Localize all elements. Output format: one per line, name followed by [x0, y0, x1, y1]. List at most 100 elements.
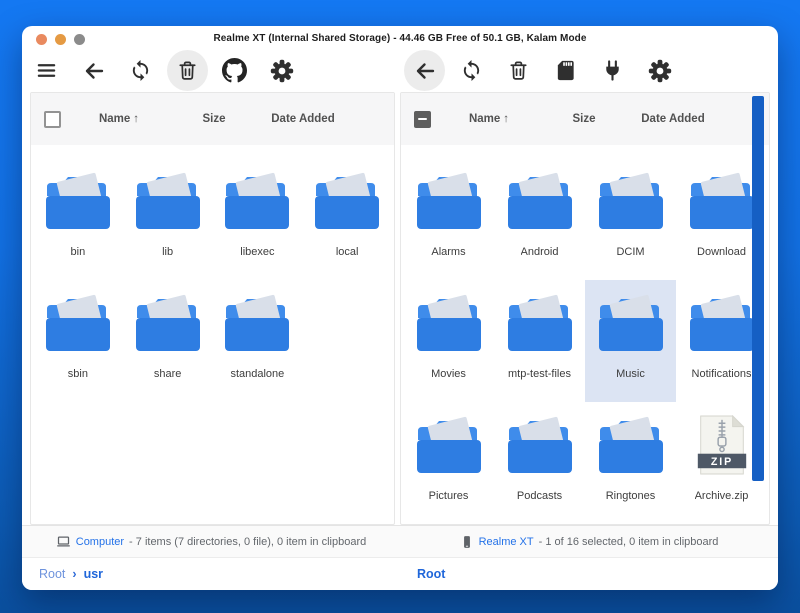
- breadcrumb-current[interactable]: Root: [417, 567, 445, 581]
- device-back-button[interactable]: [404, 50, 445, 91]
- local-device-link[interactable]: Computer: [76, 536, 124, 548]
- github-icon: [222, 58, 247, 83]
- zoom-button[interactable]: [74, 34, 85, 45]
- device-toolbar: [404, 50, 680, 91]
- file-item[interactable]: ZIP standalone: [213, 280, 303, 402]
- file-item[interactable]: ZIP DCIM: [585, 158, 676, 280]
- zip-badge-label: ZIP: [710, 456, 732, 468]
- file-item[interactable]: ZIP Ringtones: [585, 402, 676, 524]
- file-item-label: Android: [521, 246, 559, 258]
- refresh-icon: [129, 59, 152, 82]
- zip-file-icon: ZIP: [695, 415, 749, 480]
- local-column-header-date[interactable]: Date Added: [251, 113, 355, 125]
- file-item[interactable]: ZIP share: [123, 280, 213, 402]
- folder-icon: [313, 171, 381, 236]
- file-item[interactable]: ZIP sbin: [33, 280, 123, 402]
- local-back-button[interactable]: [73, 50, 114, 91]
- file-item-label: Podcasts: [517, 490, 562, 502]
- folder-icon: [506, 171, 574, 236]
- folder-icon: [44, 171, 112, 236]
- back-arrow-icon: [82, 59, 106, 83]
- local-file-grid: ZIP bin ZIP lib: [31, 145, 394, 402]
- file-item[interactable]: ZIP libexec: [213, 158, 303, 280]
- folder-icon: [134, 293, 202, 358]
- file-item[interactable]: ZIP Music: [585, 280, 676, 402]
- file-item-label: Download: [697, 246, 746, 258]
- breadcrumb-current[interactable]: usr: [84, 567, 103, 581]
- device-column-header-date[interactable]: Date Added: [621, 113, 725, 125]
- folder-icon: [134, 171, 202, 236]
- file-item[interactable]: ZIP local: [302, 158, 392, 280]
- traffic-lights: [36, 34, 85, 45]
- gear-icon: [270, 59, 294, 83]
- trash-icon: [507, 59, 530, 82]
- file-item-label: Movies: [431, 368, 466, 380]
- device-refresh-button[interactable]: [451, 50, 492, 91]
- folder-icon: [415, 171, 483, 236]
- folder-icon: [415, 293, 483, 358]
- refresh-icon: [460, 59, 483, 82]
- folder-icon: [44, 293, 112, 358]
- titlebar: Realme XT (Internal Shared Storage) - 44…: [22, 26, 778, 50]
- file-item-label: DCIM: [616, 246, 644, 258]
- window-title: Realme XT (Internal Shared Storage) - 44…: [213, 33, 586, 44]
- device-settings-button[interactable]: [639, 50, 680, 91]
- file-item-label: standalone: [230, 368, 284, 380]
- minimize-button[interactable]: [55, 34, 66, 45]
- storage-sdcard-button[interactable]: [545, 50, 586, 91]
- local-delete-button[interactable]: [167, 50, 208, 91]
- local-refresh-button[interactable]: [120, 50, 161, 91]
- breadcrumbs: Root › usr Root: [22, 557, 778, 590]
- file-item-label: bin: [71, 246, 86, 258]
- github-button[interactable]: [214, 50, 255, 91]
- local-breadcrumb: Root › usr: [22, 567, 400, 581]
- file-item[interactable]: ZIP lib: [123, 158, 213, 280]
- file-item-label: Alarms: [431, 246, 465, 258]
- app-window: Realme XT (Internal Shared Storage) - 44…: [22, 26, 778, 590]
- file-item-label: mtp-test-files: [508, 368, 571, 380]
- local-column-header-name[interactable]: Name↑: [61, 113, 177, 125]
- file-item[interactable]: ZIP Alarms: [403, 158, 494, 280]
- file-item[interactable]: ZIP Android: [494, 158, 585, 280]
- file-item-label: Music: [616, 368, 645, 380]
- device-column-header-name[interactable]: Name↑: [431, 113, 547, 125]
- desktop-background: Realme XT (Internal Shared Storage) - 44…: [0, 0, 800, 613]
- device-status: Realme XT - 1 of 16 selected, 0 item in …: [400, 526, 778, 557]
- name-column-label: Name: [99, 113, 130, 125]
- device-breadcrumb: Root: [400, 567, 778, 581]
- menu-icon: [35, 59, 58, 82]
- file-item-label: share: [154, 368, 182, 380]
- device-column-header-size[interactable]: Size: [547, 113, 621, 125]
- file-item-label: local: [336, 246, 359, 258]
- sd-card-icon: [554, 59, 577, 82]
- local-column-header-size[interactable]: Size: [177, 113, 251, 125]
- folder-icon: [688, 171, 756, 236]
- device-select-all-checkbox[interactable]: [414, 111, 431, 128]
- file-item-label: Ringtones: [606, 490, 656, 502]
- breadcrumb-root-link[interactable]: Root: [39, 567, 65, 581]
- file-item[interactable]: ZIP bin: [33, 158, 123, 280]
- folder-icon: [223, 293, 291, 358]
- local-settings-button[interactable]: [261, 50, 302, 91]
- toolbar: [22, 50, 778, 92]
- trash-icon: [176, 59, 199, 82]
- local-pane: Name↑ Size Date Added ZIP: [30, 92, 395, 525]
- chevron-right-icon: ›: [72, 567, 76, 581]
- device-delete-button[interactable]: [498, 50, 539, 91]
- device-pane-scrollbar[interactable]: [752, 96, 764, 481]
- menu-button[interactable]: [26, 50, 67, 91]
- file-item[interactable]: ZIP mtp-test-files: [494, 280, 585, 402]
- file-item[interactable]: ZIP Movies: [403, 280, 494, 402]
- device-pane: Name↑ Size Date Added ZIP: [400, 92, 770, 525]
- sort-arrow-icon: ↑: [503, 113, 509, 125]
- file-item[interactable]: ZIP Podcasts: [494, 402, 585, 524]
- close-button[interactable]: [36, 34, 47, 45]
- local-select-all-checkbox[interactable]: [44, 111, 61, 128]
- folder-icon: [688, 293, 756, 358]
- file-item[interactable]: ZIP Pictures: [403, 402, 494, 524]
- device-device-link[interactable]: Realme XT: [479, 536, 534, 548]
- statusbar: Computer - 7 items (7 directories, 0 fil…: [22, 525, 778, 557]
- usb-plug-button[interactable]: [592, 50, 633, 91]
- file-item-label: Pictures: [429, 490, 469, 502]
- folder-icon: [506, 415, 574, 480]
